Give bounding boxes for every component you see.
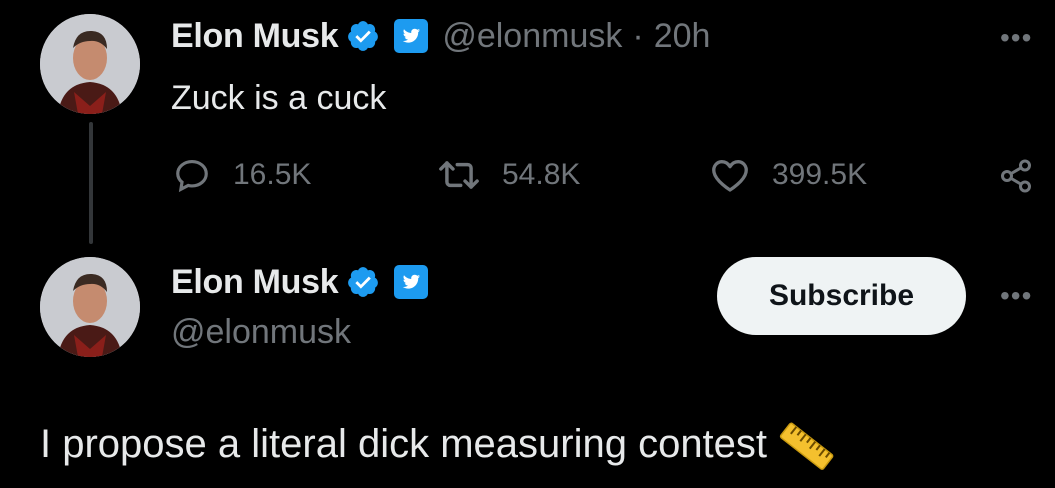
tweet-text: I propose a literal dick measuring conte…: [40, 422, 768, 466]
retweet-icon: [439, 161, 479, 189]
author-name[interactable]: Elon Musk: [171, 16, 339, 56]
verified-badge-icon[interactable]: [346, 19, 380, 53]
author-name[interactable]: Elon Musk: [171, 262, 339, 302]
more-icon[interactable]: •••: [1000, 24, 1032, 52]
time-separator: ·: [632, 17, 644, 55]
reply-button[interactable]: 16.5K: [173, 156, 311, 194]
share-button[interactable]: [998, 158, 1034, 199]
tweet2-header: Elon Musk: [171, 262, 429, 302]
like-icon: [712, 160, 748, 192]
twitter-bird-badge-icon: [394, 265, 429, 299]
subscribe-button[interactable]: Subscribe: [717, 257, 966, 335]
retweet-button[interactable]: 54.8K: [438, 156, 580, 194]
reply-count: 16.5K: [233, 158, 312, 191]
share-icon: [1001, 159, 1031, 193]
like-count: 399.5K: [772, 158, 868, 191]
tweet-text: Zuck is a cuck: [171, 79, 387, 117]
retweet-count: 54.8K: [502, 158, 581, 191]
author-handle[interactable]: @elonmusk: [171, 312, 351, 352]
avatar[interactable]: [40, 257, 140, 357]
verified-badge-icon[interactable]: [346, 265, 380, 299]
more-icon[interactable]: •••: [1000, 282, 1032, 310]
tweet-text-row: I propose a literal dick measuring conte…: [40, 412, 835, 476]
reply-icon: [176, 159, 208, 193]
thread-connector-line: [89, 122, 93, 244]
twitter-bird-badge-icon: [394, 19, 429, 53]
like-button[interactable]: 399.5K: [710, 156, 867, 194]
tweet-timestamp[interactable]: 20h: [654, 16, 711, 56]
tweet1-header: Elon Musk @elonmusk · 20h: [171, 16, 710, 56]
avatar[interactable]: [40, 14, 140, 114]
ruler-emoji-icon: [779, 422, 834, 470]
author-handle[interactable]: @elonmusk: [442, 16, 622, 56]
